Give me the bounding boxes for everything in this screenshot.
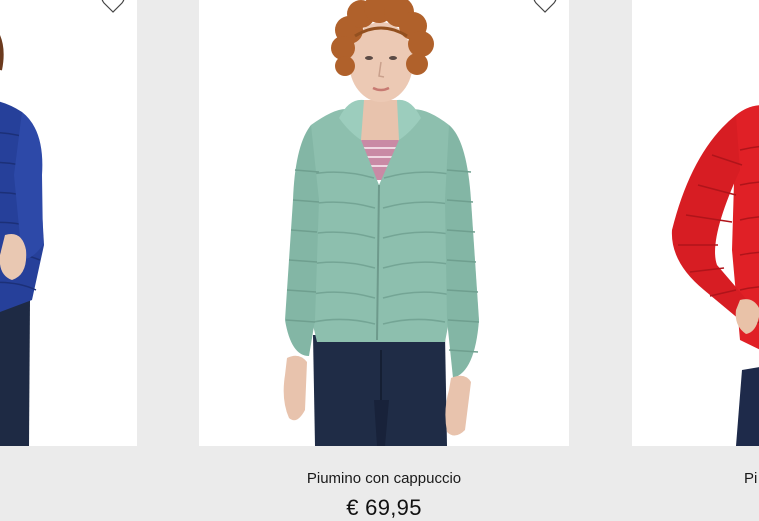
product-carousel: ccio (0, 0, 759, 521)
product-card[interactable]: Piumino con cappuccio € 69,95 (199, 0, 569, 521)
product-image[interactable] (199, 0, 569, 446)
product-card[interactable]: Pi (632, 0, 759, 521)
wishlist-heart-icon[interactable] (533, 0, 557, 14)
product-image[interactable] (0, 0, 137, 446)
product-title[interactable]: Piumino con cappuccio (199, 470, 569, 487)
product-image[interactable] (632, 0, 759, 446)
product-price: € 69,95 (346, 495, 422, 520)
product-card[interactable]: ccio (0, 0, 137, 521)
product-title[interactable]: Pi (744, 470, 759, 487)
model-blue-jacket-illustration (0, 35, 44, 446)
wishlist-heart-icon[interactable] (101, 0, 125, 14)
model-red-jacket-illustration (671, 105, 759, 446)
model-mint-jacket-illustration (283, 0, 480, 446)
